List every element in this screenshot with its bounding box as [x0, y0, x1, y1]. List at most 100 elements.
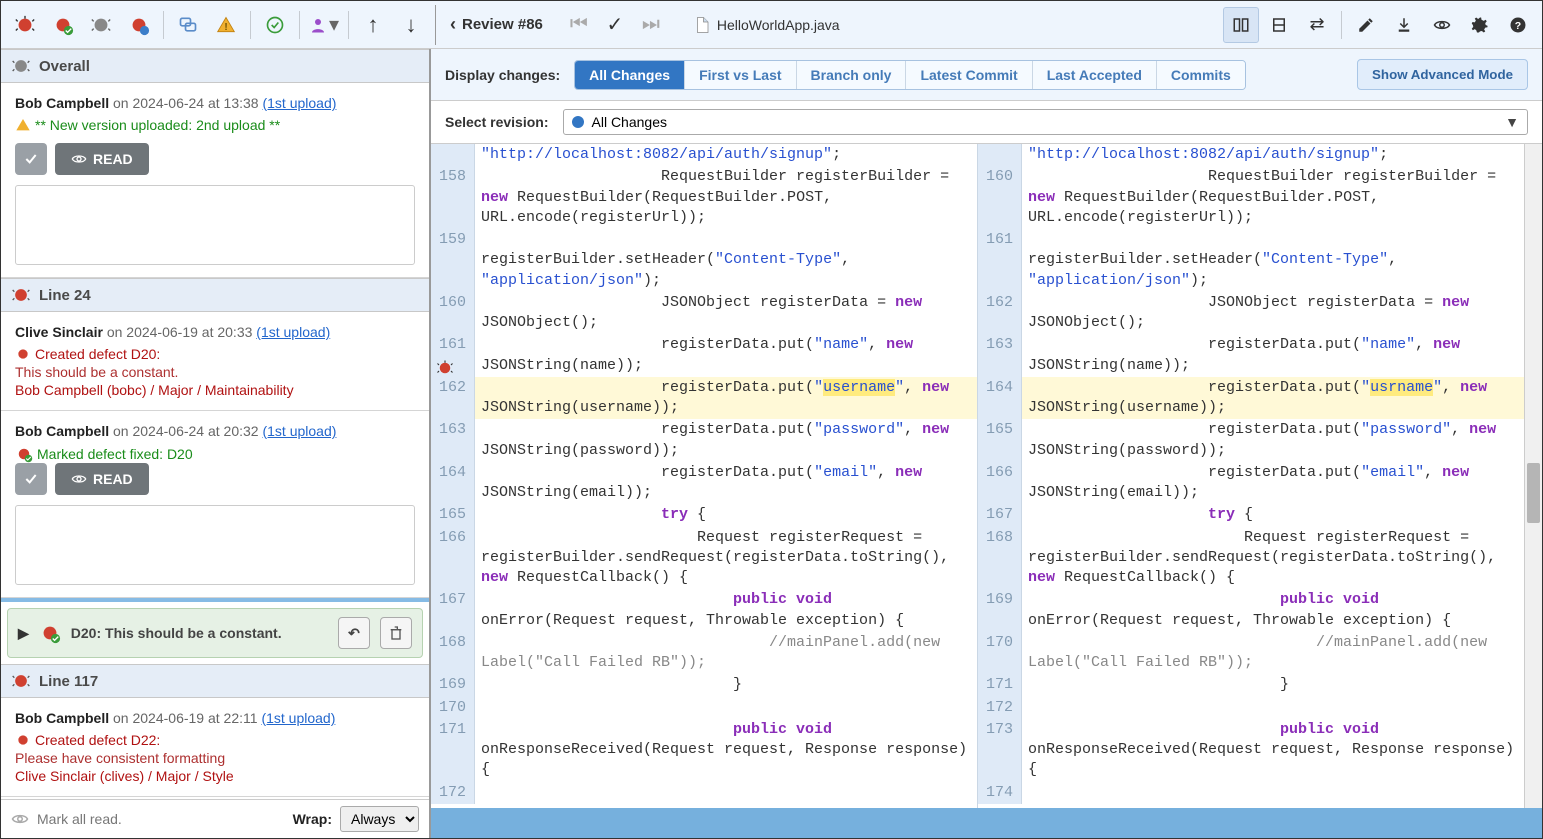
code-row[interactable]: 163 registerData.put("password", new JSO… [431, 419, 977, 462]
nav-first-icon[interactable]: ⏮ [561, 7, 597, 43]
filter-pill-commits[interactable]: Commits [1157, 61, 1245, 89]
code-row[interactable]: 169 public void onError(Request request,… [978, 589, 1524, 632]
swap-icon[interactable]: ⇄ [1299, 7, 1335, 43]
code-row[interactable]: "http://localhost:8082/api/auth/signup"; [978, 144, 1524, 166]
diff-pane: Display changes: All ChangesFirst vs Las… [431, 49, 1542, 838]
read-button[interactable]: READ [55, 143, 149, 175]
comment-item: Bob Campbell on 2024-06-24 at 20:32 (1st… [1, 411, 429, 598]
line-number: 160 [978, 166, 1022, 229]
code-content: } [475, 674, 977, 696]
bug-green-icon[interactable] [45, 7, 81, 43]
upload-link[interactable]: (1st upload) [262, 95, 336, 111]
code-row[interactable]: 173 public void onResponseReceived(Reque… [978, 719, 1524, 782]
comment-input[interactable] [15, 185, 415, 265]
code-row[interactable]: 166 Request registerRequest = registerBu… [431, 527, 977, 590]
arrow-down-icon[interactable]: ↓ [393, 7, 429, 43]
filter-pill-latest-commit[interactable]: Latest Commit [906, 61, 1032, 89]
code-row[interactable]: 164 registerData.put("email", new JSONSt… [431, 462, 977, 505]
code-content: Request registerRequest = registerBuilde… [1022, 527, 1524, 590]
section-header[interactable]: Overall [1, 49, 429, 83]
warning-icon[interactable]: ! [208, 7, 244, 43]
wrap-select[interactable]: Always [340, 806, 419, 832]
user-menu-icon[interactable]: ▾ [306, 7, 342, 43]
filter-pill-branch-only[interactable]: Branch only [797, 61, 907, 89]
chat-icon[interactable] [170, 7, 206, 43]
code-row[interactable]: 167 public void onError(Request request,… [431, 589, 977, 632]
delete-button[interactable] [380, 617, 412, 649]
revision-select[interactable]: All Changes ▼ [563, 109, 1529, 135]
defect-fixed: Marked defect fixed: D20 [15, 445, 415, 463]
code-row[interactable]: 165 registerData.put("password", new JSO… [978, 419, 1524, 462]
unified-icon[interactable] [1261, 7, 1297, 43]
nav-last-icon[interactable]: ⏭ [633, 7, 669, 43]
code-row[interactable]: 166 registerData.put("email", new JSONSt… [978, 462, 1524, 505]
code-row[interactable]: 172 [431, 782, 977, 804]
code-row[interactable]: 172 [978, 697, 1524, 719]
code-row[interactable]: 169 } [431, 674, 977, 696]
code-row[interactable]: 168 //mainPanel.add(new Label("Call Fail… [431, 632, 977, 675]
accept-circle-icon[interactable] [15, 143, 47, 175]
scrollbar-thumb[interactable] [1527, 463, 1540, 523]
check-circle-icon[interactable] [257, 7, 293, 43]
side-by-side-icon[interactable] [1223, 7, 1259, 43]
help-icon[interactable]: ? [1500, 7, 1536, 43]
nav-check-icon[interactable]: ✓ [597, 7, 633, 43]
read-button[interactable]: READ [55, 463, 149, 495]
review-title[interactable]: ‹ Review #86 [450, 14, 543, 35]
line-number: 165 [978, 419, 1022, 462]
code-content: RequestBuilder registerBuilder = new Req… [475, 166, 977, 229]
line-number: 161 [978, 229, 1022, 292]
undo-button[interactable]: ↶ [338, 617, 370, 649]
code-row[interactable]: 165 try { [431, 504, 977, 526]
comment-input[interactable] [15, 505, 415, 585]
defect-created: Created defect D22: [15, 732, 415, 748]
filter-pill-last-accepted[interactable]: Last Accepted [1033, 61, 1157, 89]
code-row[interactable]: 163 registerData.put("name", new JSONStr… [978, 334, 1524, 377]
upload-link[interactable]: (1st upload) [256, 324, 330, 340]
scrollbar[interactable] [1524, 144, 1542, 808]
code-row[interactable]: 167 try { [978, 504, 1524, 526]
line-number: 162 [431, 377, 475, 420]
gear-icon[interactable] [1462, 7, 1498, 43]
code-content [475, 697, 977, 719]
section-header[interactable]: Line 117 [1, 664, 429, 698]
show-advanced-button[interactable]: Show Advanced Mode [1357, 59, 1528, 90]
bug-red-icon[interactable] [7, 7, 43, 43]
display-changes-label: Display changes: [445, 67, 560, 83]
code-row[interactable]: "http://localhost:8082/api/auth/signup"; [431, 144, 977, 166]
edit-icon[interactable] [1348, 7, 1384, 43]
accept-circle-icon[interactable] [15, 463, 47, 495]
filter-pill-first-vs-last[interactable]: First vs Last [685, 61, 796, 89]
bug-marker-icon[interactable] [435, 359, 455, 377]
code-row[interactable]: 160 RequestBuilder registerBuilder = new… [978, 166, 1524, 229]
code-row[interactable]: 162 JSONObject registerData = new JSONOb… [978, 292, 1524, 335]
line-number: 165 [431, 504, 475, 526]
code-row[interactable]: 161 registerData.put("name", new JSONStr… [431, 334, 977, 377]
upload-link[interactable]: (1st upload) [262, 423, 336, 439]
code-row[interactable]: 174 [978, 782, 1524, 804]
defect-text: Please have consistent formatting [15, 750, 415, 766]
mark-all-read[interactable]: Mark all read. [37, 811, 122, 827]
arrow-up-icon[interactable]: ↑ [355, 7, 391, 43]
code-row[interactable]: 160 JSONObject registerData = new JSONOb… [431, 292, 977, 335]
code-row[interactable]: 164 registerData.put("usrname", new JSON… [978, 377, 1524, 420]
code-row[interactable]: 170 //mainPanel.add(new Label("Call Fail… [978, 632, 1524, 675]
play-icon[interactable]: ▶ [18, 625, 29, 642]
code-row[interactable]: 158 RequestBuilder registerBuilder = new… [431, 166, 977, 229]
upload-link[interactable]: (1st upload) [261, 710, 335, 726]
code-row[interactable]: 171 } [978, 674, 1524, 696]
code-row[interactable]: 170 [431, 697, 977, 719]
section-header[interactable]: Line 24 [1, 278, 429, 312]
code-row[interactable]: 171 public void onResponseReceived(Reque… [431, 719, 977, 782]
line-number: 166 [431, 527, 475, 590]
filter-pill-all-changes[interactable]: All Changes [575, 61, 685, 89]
code-row[interactable]: 161 registerBuilder.setHeader("Content-T… [978, 229, 1524, 292]
code-row[interactable]: 162 registerData.put("username", new JSO… [431, 377, 977, 420]
code-row[interactable]: 168 Request registerRequest = registerBu… [978, 527, 1524, 590]
eye-icon[interactable] [1424, 7, 1460, 43]
bug-blue-icon[interactable] [121, 7, 157, 43]
code-row[interactable]: 159 registerBuilder.setHeader("Content-T… [431, 229, 977, 292]
download-icon[interactable] [1386, 7, 1422, 43]
bug-grey-icon[interactable] [83, 7, 119, 43]
chevron-down-icon: ▼ [1505, 114, 1519, 130]
